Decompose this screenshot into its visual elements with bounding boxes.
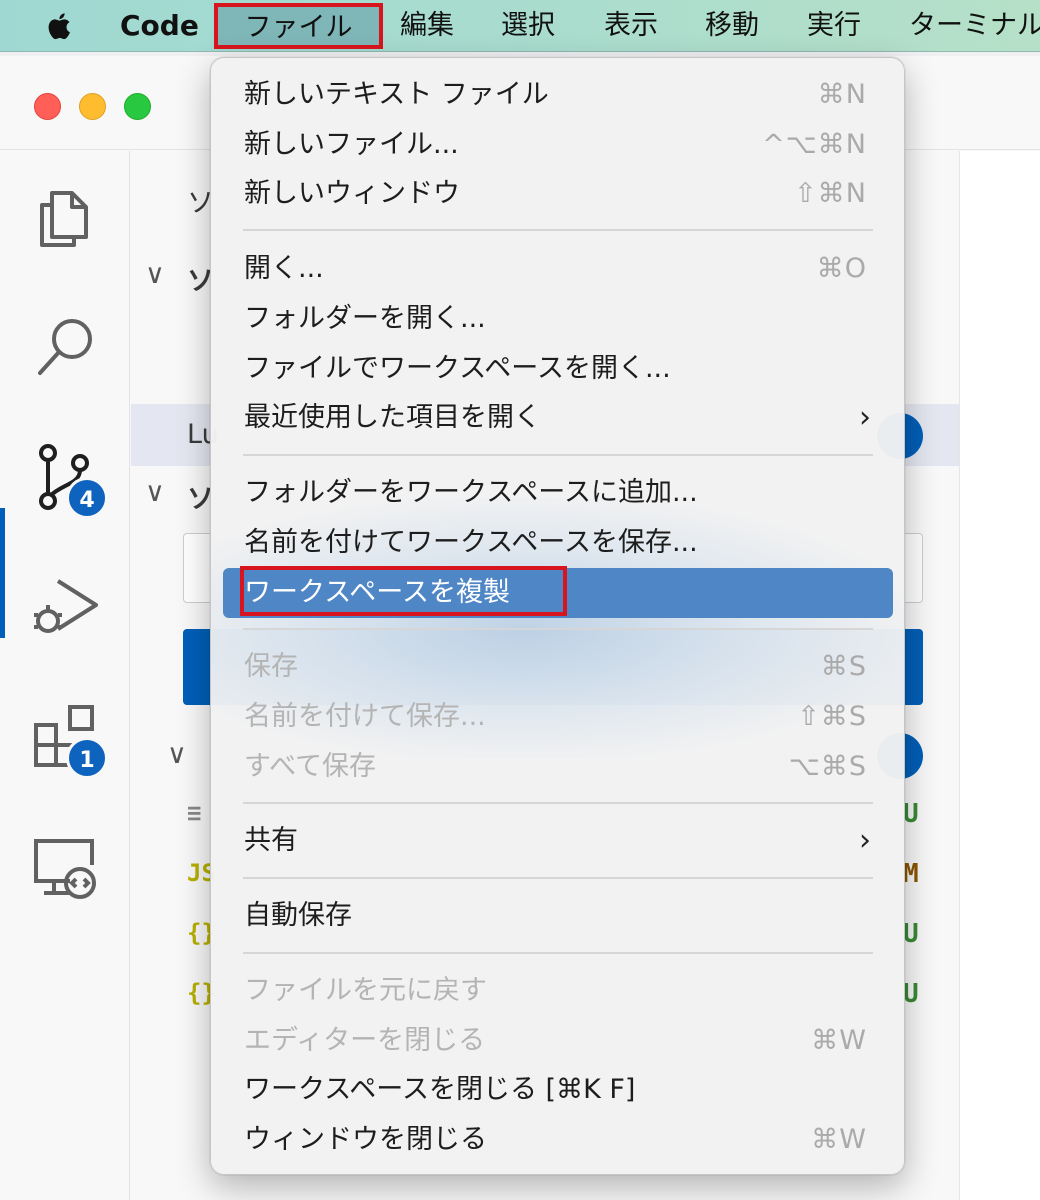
annotation-highlight-box — [240, 566, 567, 616]
menu-item-label: エディターを閉じる — [244, 1025, 486, 1056]
menu-item-close-workspace[interactable]: ワークスペースを閉じる [⌘K F] — [223, 1067, 893, 1113]
menu-go[interactable]: 移動 — [705, 6, 759, 46]
menu-item-label: 名前を付けて保存... — [244, 701, 486, 732]
menu-item-shortcut: ⌘W — [811, 1025, 867, 1056]
menu-item-auto-save[interactable]: 自動保存 — [223, 893, 893, 939]
menu-item-label: 新しいウィンドウ — [244, 178, 460, 209]
menu-item-duplicate-workspace[interactable]: ワークスペースを複製 — [223, 566, 893, 618]
menu-item-save-workspace-as[interactable]: 名前を付けてワークスペースを保存... — [223, 520, 893, 566]
menu-item-close-editor: エディターを閉じる ⌘W — [223, 1018, 893, 1064]
chevron-down-icon[interactable]: ∨ — [167, 739, 187, 770]
menu-separator — [243, 454, 873, 456]
menu-item-revert-file: ファイルを元に戻す — [223, 968, 893, 1014]
menu-item-label: 最近使用した項目を開く — [244, 402, 541, 433]
menu-view[interactable]: 表示 — [604, 6, 658, 46]
window-maximize-button[interactable] — [124, 93, 151, 120]
menu-item-label: ファイルでワークスペースを開く... — [244, 353, 671, 384]
menu-item-open-workspace-from-file[interactable]: ファイルでワークスペースを開く... — [223, 346, 893, 392]
menu-item-shortcut: ⇧⌘N — [794, 178, 867, 209]
menu-item-new-file[interactable]: 新しいファイル... ^⌥⌘N — [223, 122, 893, 168]
menu-item-open-recent[interactable]: 最近使用した項目を開く › — [223, 395, 893, 441]
submenu-arrow-icon: › — [859, 400, 871, 435]
menu-item-open-folder[interactable]: フォルダーを開く... — [223, 296, 893, 342]
editor-area — [959, 151, 1040, 1200]
menu-terminal[interactable]: ターミナル — [909, 6, 1040, 46]
extensions-badge: 1 — [66, 737, 108, 779]
macos-menu-bar: Code ファイル 編集 選択 表示 移動 実行 ターミナル — [0, 0, 1040, 52]
active-indicator — [0, 508, 5, 638]
menu-item-label: フォルダーをワークスペースに追加... — [244, 477, 698, 508]
menu-item-add-folder-to-workspace[interactable]: フォルダーをワークスペースに追加... — [223, 470, 893, 516]
menu-item-shortcut: ⌘N — [817, 79, 867, 110]
menu-item-share[interactable]: 共有 › — [223, 818, 893, 864]
menu-item-label: 開く... — [244, 253, 324, 284]
run-debug-icon[interactable] — [30, 571, 102, 643]
activity-bar: 4 1 — [0, 151, 130, 1200]
menu-item-label: 共有 — [244, 825, 298, 856]
file-icon: ≡ — [187, 799, 202, 827]
file-status: U — [903, 799, 919, 829]
search-icon[interactable] — [30, 311, 102, 383]
file-status: M — [903, 859, 919, 889]
menu-item-label: すべて保存 — [244, 751, 377, 782]
menu-separator — [243, 952, 873, 954]
menu-item-shortcut: ⌘O — [816, 253, 867, 284]
window-minimize-button[interactable] — [79, 93, 106, 120]
menu-item-shortcut: ⇧⌘S — [797, 701, 867, 732]
menu-item-new-window[interactable]: 新しいウィンドウ ⇧⌘N — [223, 171, 893, 217]
menu-edit[interactable]: 編集 — [400, 6, 454, 46]
menu-item-label: 名前を付けてワークスペースを保存... — [244, 527, 698, 558]
menu-item-label: 新しいファイル... — [244, 129, 459, 160]
source-control-icon[interactable]: 4 — [30, 441, 108, 519]
menu-file[interactable]: ファイル — [214, 3, 383, 49]
menu-item-new-text-file[interactable]: 新しいテキスト ファイル ⌘N — [223, 72, 893, 118]
menu-item-shortcut: ^⌥⌘N — [762, 129, 867, 160]
file-status: U — [903, 979, 919, 1009]
menu-separator — [243, 229, 873, 231]
submenu-arrow-icon: › — [859, 823, 871, 858]
menu-item-label: 新しいテキスト ファイル — [244, 79, 549, 110]
source-control-badge: 4 — [66, 477, 108, 519]
chevron-down-icon[interactable]: ∨ — [145, 259, 165, 290]
apple-logo-icon[interactable] — [42, 8, 78, 44]
menu-separator — [243, 877, 873, 879]
app-name-menu[interactable]: Code — [120, 8, 199, 44]
menu-item-open[interactable]: 開く... ⌘O — [223, 246, 893, 292]
menu-item-label: ワークスペースを閉じる [⌘K F] — [244, 1074, 636, 1105]
menu-run[interactable]: 実行 — [807, 6, 861, 46]
menu-item-label: 保存 — [244, 651, 298, 682]
menu-item-save: 保存 ⌘S — [223, 644, 893, 690]
file-status: U — [903, 919, 919, 949]
menu-item-label: ファイルを元に戻す — [244, 975, 487, 1006]
menu-item-shortcut: ⌥⌘S — [788, 751, 867, 782]
file-menu-dropdown: 新しいテキスト ファイル ⌘N 新しいファイル... ^⌥⌘N 新しいウィンドウ… — [210, 57, 905, 1175]
menu-item-save-all: すべて保存 ⌥⌘S — [223, 744, 893, 790]
menu-item-label: 自動保存 — [244, 900, 352, 931]
menu-item-label: フォルダーを開く... — [244, 303, 486, 334]
menu-separator — [243, 802, 873, 804]
menu-selection[interactable]: 選択 — [501, 6, 555, 46]
remote-explorer-icon[interactable] — [30, 831, 102, 903]
menu-separator — [243, 628, 873, 630]
explorer-icon[interactable] — [30, 181, 102, 253]
menu-item-label: ウィンドウを閉じる — [244, 1124, 487, 1155]
menu-item-save-as: 名前を付けて保存... ⇧⌘S — [223, 694, 893, 740]
extensions-icon[interactable]: 1 — [30, 701, 108, 779]
menu-item-shortcut: ⌘W — [811, 1124, 867, 1155]
menu-item-close-window[interactable]: ウィンドウを閉じる ⌘W — [223, 1117, 893, 1163]
menu-item-shortcut: ⌘S — [820, 651, 867, 682]
chevron-down-icon[interactable]: ∨ — [145, 477, 165, 508]
window-close-button[interactable] — [34, 93, 61, 120]
